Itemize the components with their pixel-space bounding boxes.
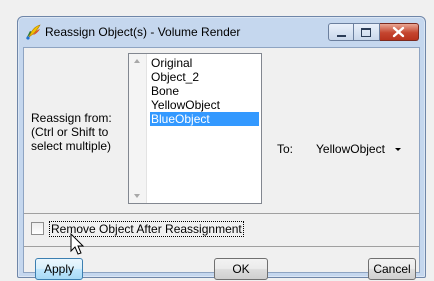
reassign-row: Reassign from: (Ctrl or Shift to select … <box>24 48 419 214</box>
app-icon <box>24 23 42 41</box>
scroll-up-arrow-icon[interactable] <box>134 59 140 63</box>
mouse-pointer-icon <box>70 233 85 255</box>
listbox-items: Original Object_2 Bone YellowObject Blue… <box>150 56 259 126</box>
minimize-icon <box>337 35 346 37</box>
object-listbox[interactable]: Original Object_2 Bone YellowObject Blue… <box>128 53 262 204</box>
apply-button[interactable]: Apply <box>35 258 83 280</box>
list-item[interactable]: Object_2 <box>150 70 259 84</box>
caption-buttons <box>328 23 419 42</box>
maximize-icon <box>361 28 371 37</box>
reassign-from-label: Reassign from: (Ctrl or Shift to select … <box>31 111 112 153</box>
remove-object-checkbox[interactable] <box>31 222 44 235</box>
ok-button[interactable]: OK <box>214 258 268 280</box>
maximize-button[interactable] <box>354 23 380 41</box>
cancel-button[interactable]: Cancel <box>368 258 416 280</box>
title-bar[interactable]: Reassign Object(s) - Volume Render <box>18 17 425 47</box>
listbox-scrollbar[interactable] <box>129 54 147 203</box>
list-item-selected[interactable]: BlueObject <box>150 112 259 126</box>
list-item[interactable]: Original <box>150 56 259 70</box>
list-item[interactable]: YellowObject <box>150 98 259 112</box>
minimize-button[interactable] <box>328 23 354 41</box>
close-icon <box>392 26 405 38</box>
close-button[interactable] <box>380 23 419 41</box>
reassign-from-hint-line: select multiple) <box>31 139 112 153</box>
reassign-from-hint-line: (Ctrl or Shift to <box>31 125 109 139</box>
chevron-down-icon <box>395 148 402 152</box>
scroll-down-arrow-icon[interactable] <box>134 194 140 198</box>
to-label: To: <box>277 142 294 156</box>
window-title: Reassign Object(s) - Volume Render <box>45 25 241 39</box>
reassign-from-line: Reassign from: <box>31 111 112 125</box>
list-item[interactable]: Bone <box>150 84 259 98</box>
dropdown-value: YellowObject <box>316 142 385 156</box>
target-object-dropdown[interactable]: YellowObject <box>316 142 402 156</box>
